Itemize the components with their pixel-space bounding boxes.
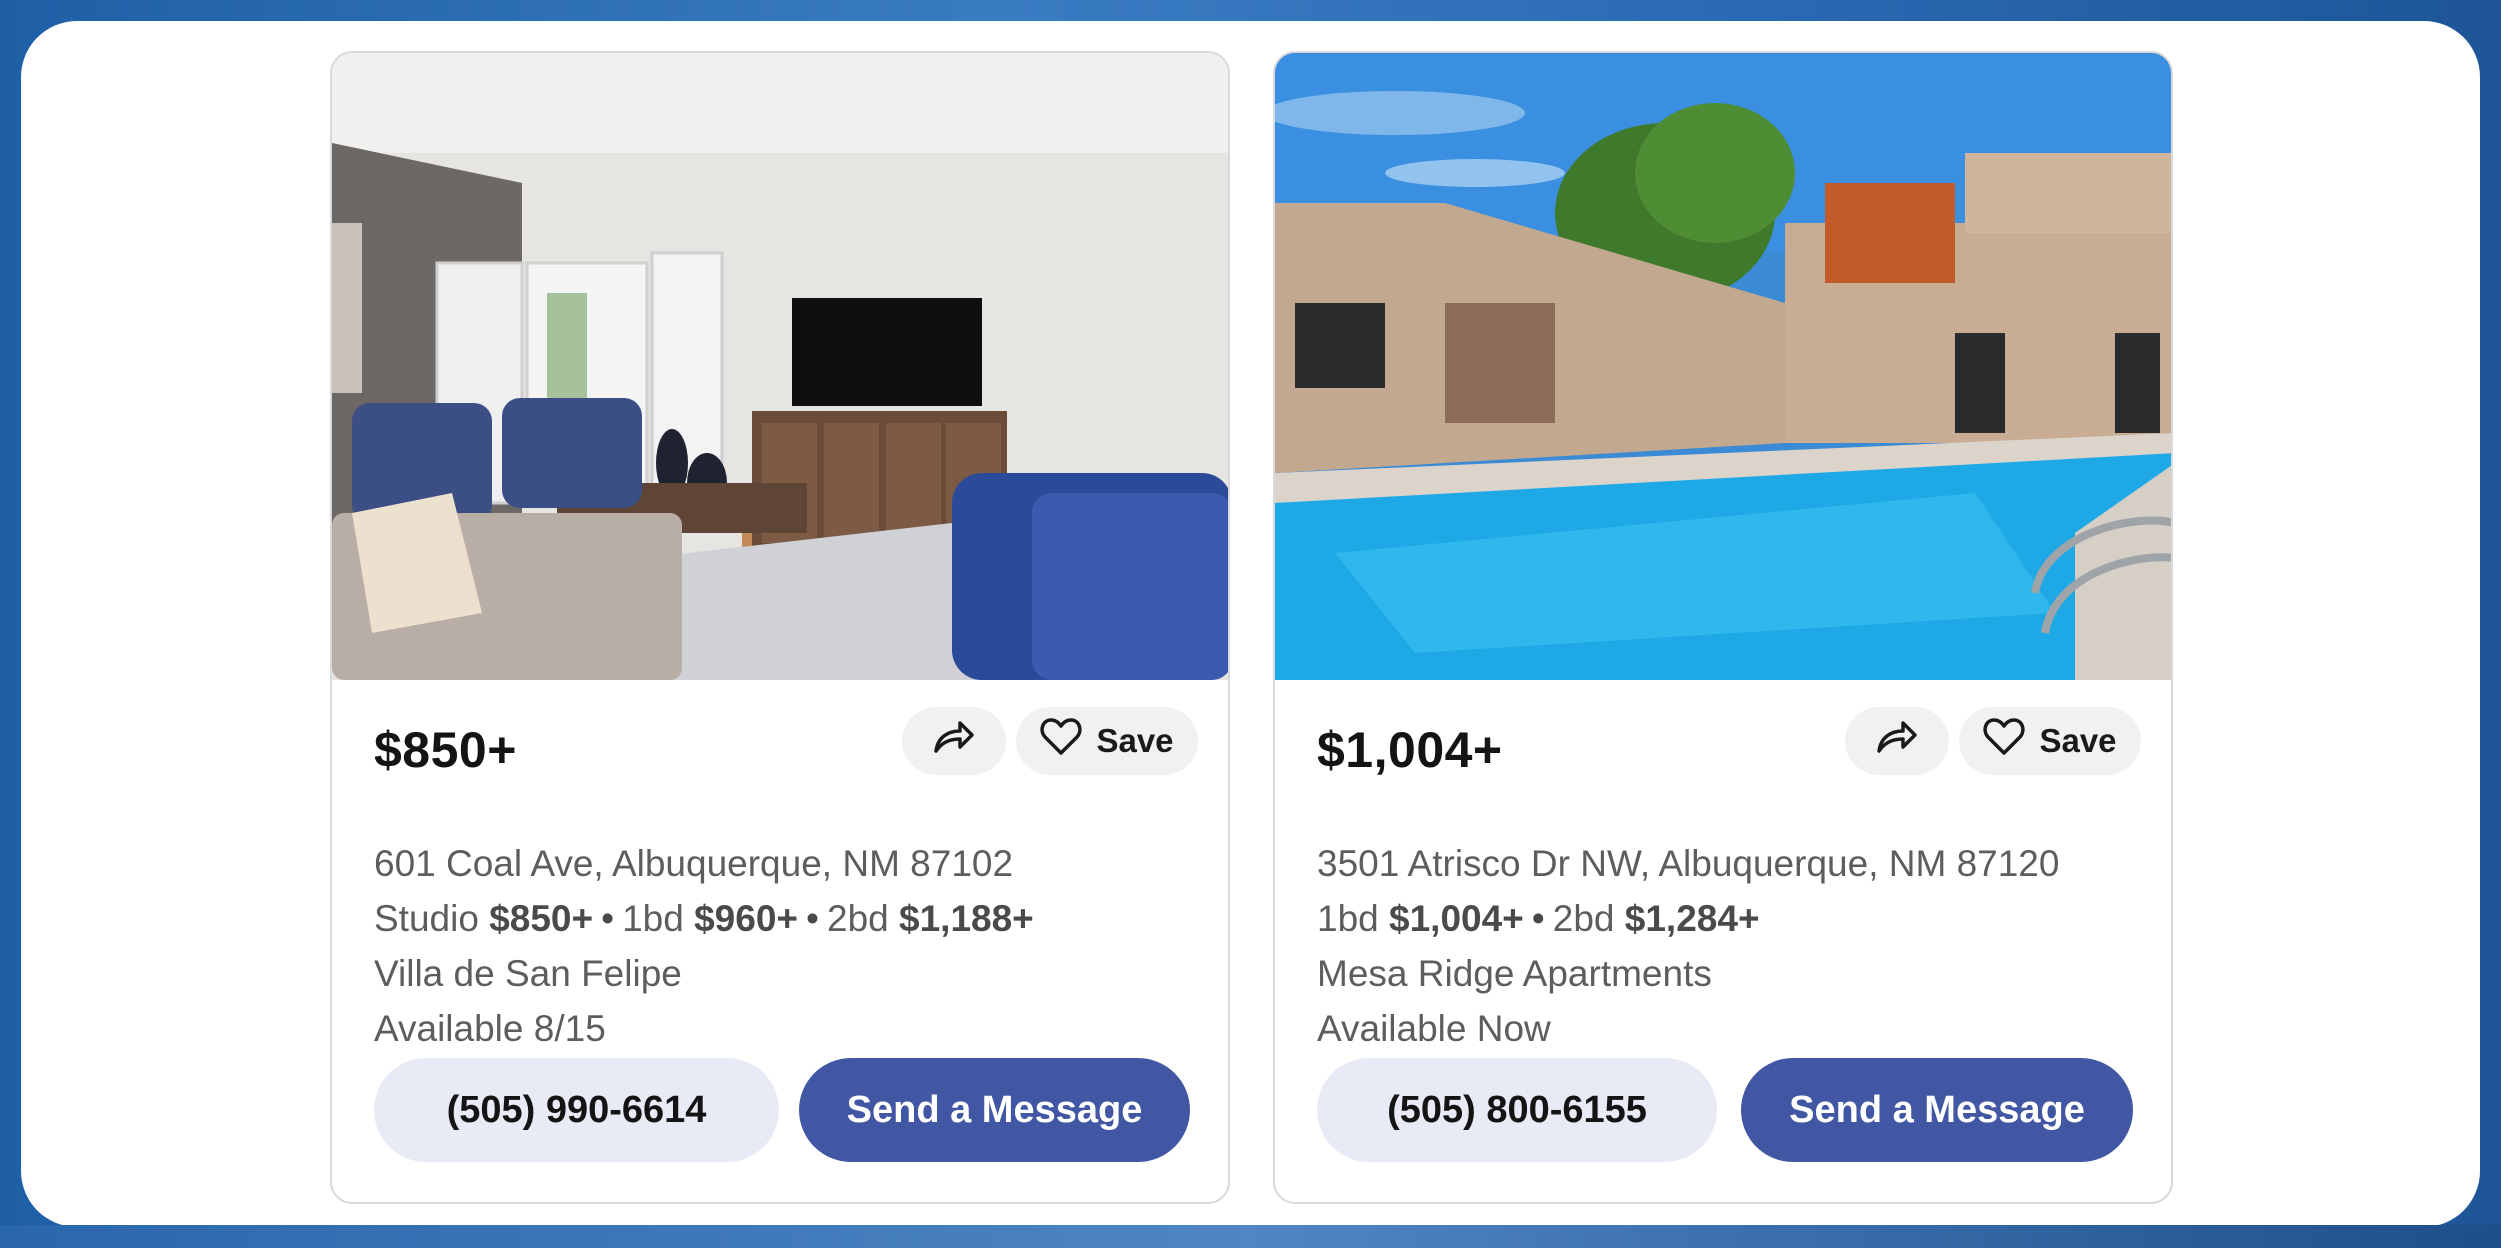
heart-icon — [1983, 718, 2026, 764]
listing-photo-pool[interactable] — [1275, 53, 2171, 680]
save-button[interactable]: Save — [1959, 707, 2141, 775]
property-name: Villa de San Felipe — [374, 953, 682, 994]
unit-price: $850+ — [489, 898, 594, 939]
availability: Available 8/15 — [374, 1008, 606, 1049]
property-name: Mesa Ridge Apartments — [1317, 953, 1712, 994]
unit-price: $1,284+ — [1624, 898, 1760, 939]
unit-type: 1bd — [622, 898, 684, 939]
call-button[interactable]: (505) 800-6155 — [1317, 1058, 1717, 1162]
unit-separator: • — [1531, 898, 1545, 939]
unit-type: Studio — [374, 898, 479, 939]
unit-price: $1,188+ — [899, 898, 1034, 939]
unit-separator: • — [806, 898, 819, 939]
listing-price: $1,004+ — [1317, 722, 1503, 778]
listing-photo-living-room[interactable] — [332, 53, 1228, 680]
save-button[interactable]: Save — [1016, 707, 1198, 775]
save-label: Save — [2039, 722, 2117, 759]
availability: Available Now — [1317, 1008, 1551, 1049]
save-label: Save — [1096, 722, 1174, 759]
share-button[interactable] — [1845, 707, 1949, 775]
listing-card[interactable]: $1,004+ Save 3501 Atrisco Dr NW, Albuque… — [1273, 51, 2173, 1204]
unit-separator: • — [601, 898, 615, 939]
background-strip — [0, 1225, 2501, 1248]
unit-type: 2bd — [1552, 898, 1615, 939]
share-button[interactable] — [902, 707, 1006, 775]
send-message-button[interactable]: Send a Message — [1741, 1058, 2133, 1162]
unit-pricing: Studio $850+ • 1bd $960+ • 2bd $1,188+ — [374, 898, 1034, 940]
call-button[interactable]: (505) 990-6614 — [374, 1058, 779, 1162]
send-message-button[interactable]: Send a Message — [799, 1058, 1190, 1162]
listing-address: 601 Coal Ave, Albuquerque, NM 87102 — [374, 843, 1014, 884]
heart-icon — [1040, 718, 1083, 764]
listing-price: $850+ — [374, 722, 517, 778]
listing-address: 3501 Atrisco Dr NW, Albuquerque, NM 8712… — [1317, 843, 2060, 884]
unit-type: 2bd — [827, 898, 889, 939]
unit-pricing: 1bd $1,004+ • 2bd $1,284+ — [1317, 898, 1760, 940]
unit-price: $1,004+ — [1389, 898, 1524, 939]
listing-card[interactable]: $850+ Save 601 Coal Ave, Albuquerque, NM… — [330, 51, 1230, 1204]
unit-price: $960+ — [694, 898, 799, 939]
share-icon — [1875, 717, 1919, 765]
unit-type: 1bd — [1317, 898, 1379, 939]
share-icon — [932, 717, 976, 765]
